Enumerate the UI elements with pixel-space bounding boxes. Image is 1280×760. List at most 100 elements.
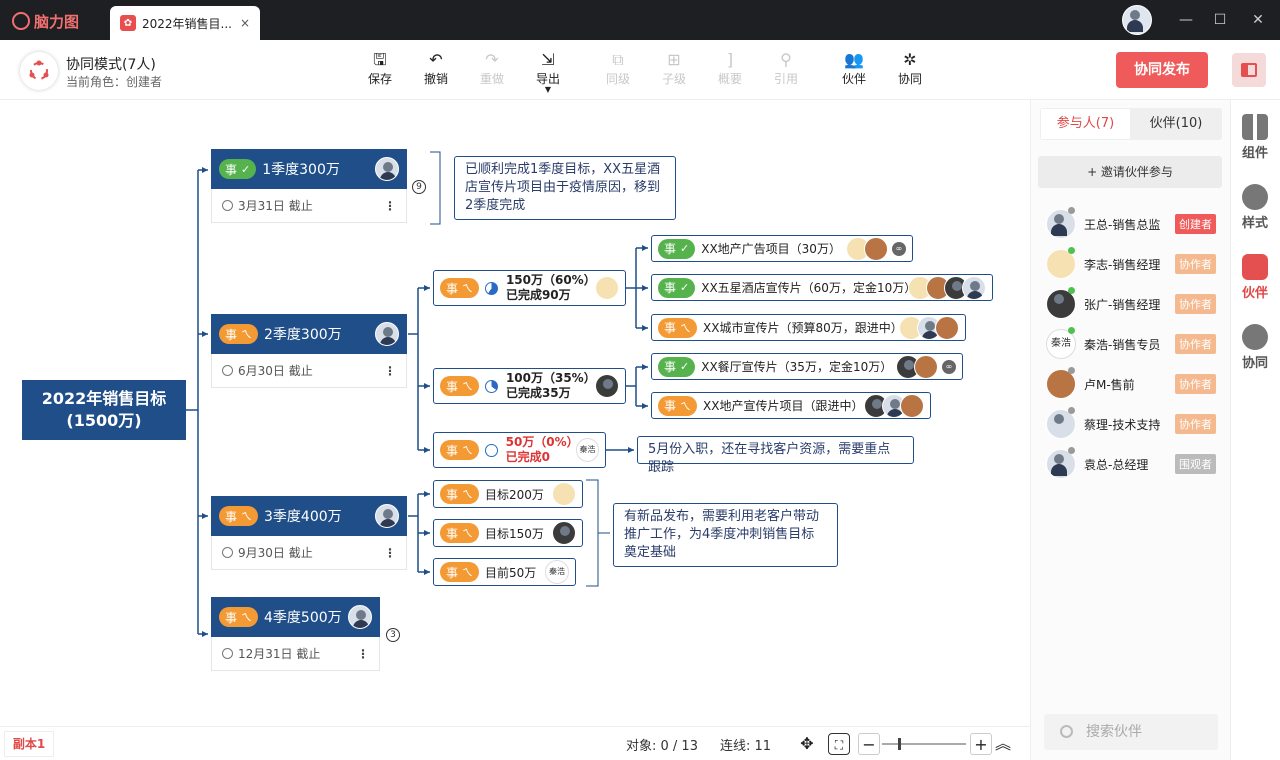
participant-row[interactable]: 蔡理-技术支持 协作者 [1046,407,1216,440]
tag-label: 事 [446,379,459,394]
move-icon[interactable]: ✥ [796,733,818,755]
task-label: XX餐厅宣传片（35万，定金10万） [701,360,893,374]
sheet-tab[interactable]: 副本1 [4,731,54,757]
person-node-2[interactable]: 事ㄟ 100万（35%） 已完成35万 [433,368,626,404]
offline-dot [1068,447,1075,454]
person-node-3[interactable]: 事ㄟ 50万（0%） 已完成0 秦浩 [433,432,606,468]
offline-dot [1068,207,1075,214]
task-node-2[interactable]: 事 ✓ XX五星酒店宣传片（60万，定金10万） [651,274,993,301]
tab-partners[interactable]: 伙伴(10) [1131,109,1221,139]
quarter-node-q1[interactable]: 事 ✓ 1季度300万 3月31日 截止 ⋮ [211,149,407,223]
task-tag: 事ㄟ [219,506,259,526]
user-avatar[interactable] [1122,5,1152,35]
task-node-1[interactable]: 事 ✓ XX地产广告项目（30万） ∞ [651,235,913,262]
q3-note[interactable]: 有新品发布，需要利用老客户带动推广工作，为4季度冲刺销售目标奠定基础 [613,503,838,567]
save-label: 保存 [367,72,392,86]
child-button[interactable]: ⊞ 子级 [654,50,694,92]
tag-label: 事 [225,327,238,342]
q1-note[interactable]: 已顺利完成1季度目标，XX五星酒店宣传片项目由于疫情原因，移到2季度完成 [454,156,676,220]
palette-icon [1242,184,1268,210]
zoom-in-button[interactable]: + [970,733,992,755]
quarter-title: 3季度400万 [264,509,342,525]
more-icon[interactable]: ⋮ [384,199,396,213]
maximize-button[interactable]: ☐ [1210,10,1230,30]
avatar: 秦浩 [545,560,569,584]
participant-row[interactable]: 李志-销售经理 协作者 [1046,247,1216,280]
zoom-out-button[interactable]: − [858,733,880,755]
tab-participants[interactable]: 参与人(7) [1041,109,1130,139]
components-icon [1242,114,1268,140]
publish-button[interactable]: 协同发布 [1116,52,1208,88]
task-tag: 事ㄟ [658,317,698,338]
more-icon[interactable]: ⋮ [384,546,396,560]
participant-row[interactable]: 秦浩 秦浩-销售专员 协作者 [1046,327,1216,360]
link-icon: ⚲ [780,50,792,69]
item-label: 目标150万 [485,526,544,541]
task-node-4[interactable]: 事 ✓ XX餐厅宣传片（35万，定金10万） ∞ [651,353,963,380]
quarter-node-q2[interactable]: 事ㄟ 2季度300万 6月30日 截止 ⋮ [211,314,407,388]
tag-label: 事 [664,281,677,295]
sidebar-style[interactable]: 样式 [1232,184,1278,231]
q3-item-3[interactable]: 事ㄟ 目前50万 秦浩 [433,558,576,586]
role-badge: 协作者 [1175,414,1216,434]
search-partner-input[interactable]: 搜索伙伴 [1044,714,1218,750]
avatar [864,236,888,261]
participant-row[interactable]: 王总-销售总监 创建者 [1046,207,1216,240]
completed: 已完成90万 [505,288,571,302]
tag-label: 事 [664,321,677,335]
mindmap-canvas[interactable]: 2022年销售目标 (1500万) 事 ✓ 1季度300万 3月31日 截止 ⋮ 9 … [0,100,1030,726]
people-icon [1242,254,1268,280]
export-button[interactable]: ⇲ 导出 ▼ [528,50,568,94]
quarter-node-q4[interactable]: 事ㄟ 4季度500万 12月31日 截止 ⋮ [211,597,380,671]
undo-button[interactable]: ↶ 撤销 [416,50,456,92]
reference-button[interactable]: ⚲ 引用 [766,50,806,92]
target: 150万（60%） [505,273,596,287]
sidebar-components[interactable]: 组件 [1232,114,1278,161]
task-tag: 事 ✓ [658,238,696,259]
task-tag: 事 ✓ [658,277,696,298]
object-count: 对象: 0 / 13 [626,739,698,754]
collapsed-count-badge[interactable]: 9 [412,180,426,194]
close-window-button[interactable]: ✕ [1248,10,1268,30]
participant-row[interactable]: 张广-销售经理 协作者 [1046,287,1216,320]
task-node-5[interactable]: 事ㄟ XX地产宣传片项目（跟进中） [651,392,931,419]
link-icon[interactable]: ∞ [942,359,956,374]
redo-button[interactable]: ↷ 重做 [472,50,512,92]
q2-person3-note[interactable]: 5月份入职，还在寻找客户资源，需要重点跟踪 [637,436,914,475]
link-icon[interactable]: ∞ [892,241,906,256]
participant-row[interactable]: 袁总-总经理 围观者 [1046,447,1216,480]
tab-close-icon[interactable]: × [240,16,250,30]
root-node[interactable]: 2022年销售目标 (1500万) [22,380,186,440]
fit-screen-icon[interactable]: ⛶ [828,733,850,755]
collapsed-count-badge[interactable]: 3 [386,628,400,642]
avatar [348,605,372,629]
tag-label: 事 [446,443,459,458]
avatar: 秦浩 [575,438,600,462]
document-tab[interactable]: ✿ 2022年销售目... × [110,6,260,40]
sidebar-collab[interactable]: 协同 [1232,324,1278,371]
q3-item-2[interactable]: 事ㄟ 目标150万 [433,519,583,547]
partner-button[interactable]: 👥 伙伴 [834,50,874,92]
sidebar-partners[interactable]: 伙伴 [1232,254,1278,301]
check-icon: ✓ [680,281,690,294]
participant-row[interactable]: 卢M-售前 协作者 [1046,367,1216,400]
collapse-up-icon[interactable]: ︽ [992,733,1014,755]
quarter-node-q3[interactable]: 事ㄟ 3季度400万 9月30日 截止 ⋮ [211,496,407,570]
more-icon[interactable]: ⋮ [357,647,369,661]
task-node-3[interactable]: 事ㄟ XX城市宣传片（预算80万，跟进中） [651,314,966,341]
sibling-button[interactable]: ⧉ 同级 [598,50,638,92]
task-tag: 事ㄟ [440,440,480,460]
save-icon: 🖫 [373,50,387,69]
person-node-1[interactable]: 事ㄟ 150万（60%） 已完成90万 [433,270,626,306]
save-button[interactable]: 🖫 保存 [360,50,400,92]
minimize-button[interactable]: — [1176,10,1196,30]
collab-button[interactable]: ✲ 协同 [890,50,930,92]
toggle-panel-button[interactable] [1232,53,1266,87]
avatar [552,482,576,506]
more-icon[interactable]: ⋮ [384,364,396,378]
invite-partner-button[interactable]: + 邀请伙伴参与 [1038,156,1222,188]
zoom-slider-handle[interactable] [898,738,901,750]
q3-item-1[interactable]: 事ㄟ 目标200万 [433,480,583,508]
summary-button[interactable]: ] 概要 [710,50,750,92]
zoom-slider[interactable] [882,738,966,750]
